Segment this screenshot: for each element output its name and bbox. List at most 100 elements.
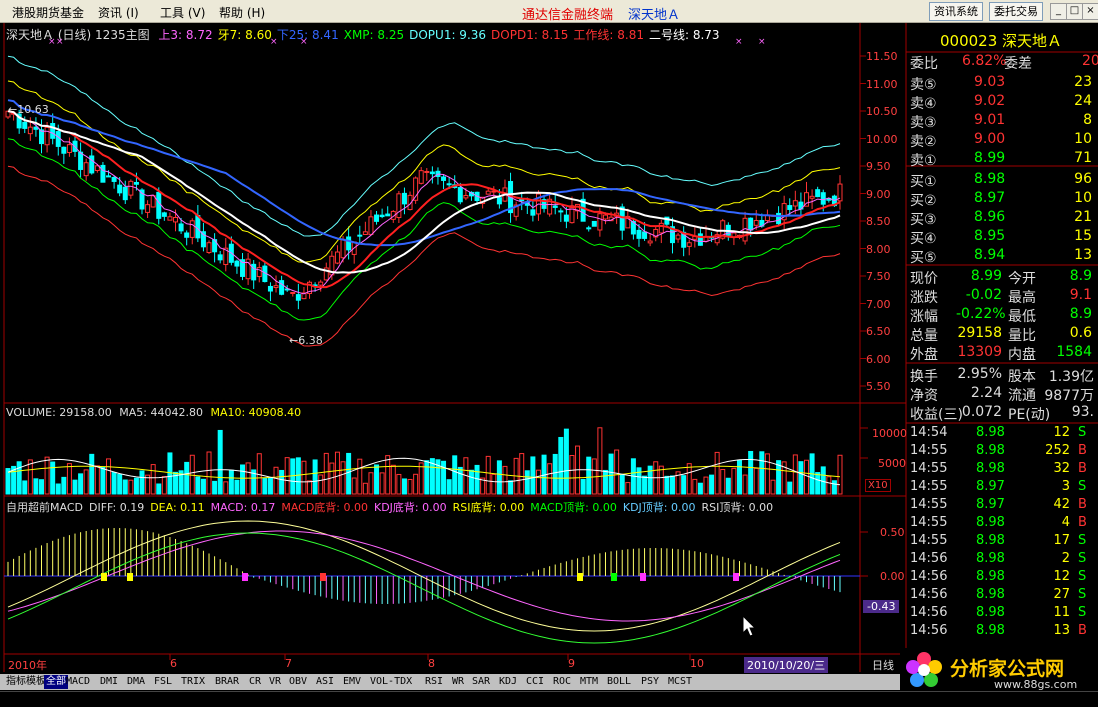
stat-label: 最高 — [1008, 290, 1036, 306]
volume-bar — [33, 478, 39, 495]
candle-body — [753, 219, 759, 226]
trade-button[interactable]: 委托交易 — [989, 2, 1043, 21]
tick-side: S — [1078, 425, 1087, 440]
volume-bar — [502, 465, 508, 495]
tab-mcst[interactable]: MCST — [666, 675, 694, 689]
bid-volume: 96 — [1074, 171, 1092, 187]
volume-bar — [245, 462, 251, 495]
menu-info[interactable]: 资讯 (I) — [98, 4, 139, 21]
menu-help[interactable]: 帮助 (H) — [219, 4, 265, 21]
volume-bar — [591, 458, 597, 495]
tab-macd[interactable]: MACD — [64, 675, 92, 689]
restore-icon[interactable]: □ — [1066, 3, 1083, 20]
divergence-marker — [611, 573, 617, 581]
menu-tools[interactable]: 工具 (V) — [160, 4, 205, 21]
green-line — [7, 138, 841, 321]
tick-side: S — [1078, 551, 1087, 566]
candle-body — [368, 216, 374, 235]
tab-vol-tdx[interactable]: VOL-TDX — [368, 675, 414, 689]
candle-body — [206, 242, 212, 254]
candle-body — [653, 228, 659, 238]
candle-body — [575, 203, 581, 212]
divergence-marker — [640, 573, 646, 581]
tab-cci[interactable]: CCI — [524, 675, 546, 689]
blue-ma-line — [7, 99, 841, 247]
macd-header-item-7: MACD顶背: 0.00 — [530, 501, 617, 514]
tab-sar[interactable]: SAR — [470, 675, 492, 689]
tab-rsi[interactable]: RSI — [423, 675, 445, 689]
tick-row: 14:56 8.98 12 S — [908, 569, 1096, 587]
tab-obv[interactable]: OBV — [287, 675, 309, 689]
volume-bar — [496, 460, 502, 495]
volume-bar — [575, 445, 581, 495]
candle-body — [720, 220, 726, 239]
macd-header-item-6: RSI底背: 0.00 — [452, 501, 525, 514]
tick-row: 14:56 8.98 13 B — [908, 623, 1096, 641]
macd-current-value: -0.43 — [863, 600, 900, 613]
volume-bar — [318, 474, 324, 495]
tab-vr[interactable]: VR — [267, 675, 283, 689]
volume-bar — [184, 461, 190, 495]
tab-brar[interactable]: BRAR — [213, 675, 241, 689]
price-axis-label: 8.00 — [866, 242, 891, 256]
stat-value: 9.1 — [1069, 287, 1092, 303]
tab-mtm[interactable]: MTM — [578, 675, 600, 689]
candle-body — [72, 140, 78, 152]
tab-dma[interactable]: DMA — [125, 675, 147, 689]
volume-bar — [145, 474, 151, 495]
candle-body — [496, 197, 502, 205]
candle-body — [837, 183, 843, 202]
tab-dmi[interactable]: DMI — [98, 675, 120, 689]
volume-bar — [647, 465, 653, 495]
tab-roc[interactable]: ROC — [551, 675, 573, 689]
candle-body — [27, 126, 33, 135]
fundamental-label: PE(动) — [1008, 407, 1051, 423]
volume-bar — [474, 464, 480, 495]
bid-volume: 15 — [1074, 228, 1092, 244]
date-axis-label: 7 — [285, 657, 292, 670]
candle-body — [541, 199, 547, 209]
ask-row: 卖⑤ 9.03 23 — [908, 74, 1096, 93]
volume-bar — [424, 460, 430, 495]
volume-bar — [50, 461, 56, 495]
candle-body — [636, 229, 642, 239]
tick-time: 14:55 — [910, 461, 948, 476]
minimize-icon[interactable]: _ — [1050, 3, 1067, 20]
volume-bar — [27, 459, 33, 495]
tab-asi[interactable]: ASI — [314, 675, 336, 689]
candle-body — [535, 193, 541, 215]
tab-kdj[interactable]: KDJ — [497, 675, 519, 689]
tab-boll[interactable]: BOLL — [605, 675, 633, 689]
tab-emv[interactable]: EMV — [341, 675, 363, 689]
candle-body — [619, 206, 625, 231]
volume-bar — [329, 462, 335, 495]
candle-body — [552, 205, 558, 208]
candle-body — [240, 259, 246, 277]
volume-bar — [106, 458, 112, 495]
tab-wr[interactable]: WR — [450, 675, 466, 689]
info-system-button[interactable]: 资讯系统 — [929, 2, 983, 21]
period-label[interactable]: 日线 — [872, 657, 894, 673]
volume-bar — [312, 459, 318, 495]
close-icon[interactable]: × — [1082, 3, 1098, 20]
tab-fsl[interactable]: FSL — [152, 675, 174, 689]
candle-body — [307, 281, 313, 294]
candle-body — [703, 235, 709, 242]
menu-futures-funds[interactable]: 港股期货基金 — [12, 4, 84, 21]
tab-trix[interactable]: TRIX — [179, 675, 207, 689]
ask-row: 卖② 9.00 10 — [908, 131, 1096, 150]
candle-body — [809, 195, 815, 199]
volume-bar — [736, 459, 742, 495]
tick-time: 14:56 — [910, 551, 948, 566]
chart-header: 深天地Ａ (日线) 1235主图 上3: 8.72 牙7: 8.60 下25: 8.… — [6, 26, 720, 43]
stat-label: 今开 — [1008, 271, 1036, 287]
volume-bar — [156, 483, 162, 495]
signal-marker: × — [735, 37, 743, 47]
tab-cr[interactable]: CR — [247, 675, 263, 689]
volume-bar — [513, 457, 519, 495]
candle-body — [323, 267, 329, 281]
candle-body — [452, 184, 458, 188]
tick-side: S — [1078, 605, 1087, 620]
tab-psy[interactable]: PSY — [639, 675, 661, 689]
candle-body — [251, 263, 257, 281]
